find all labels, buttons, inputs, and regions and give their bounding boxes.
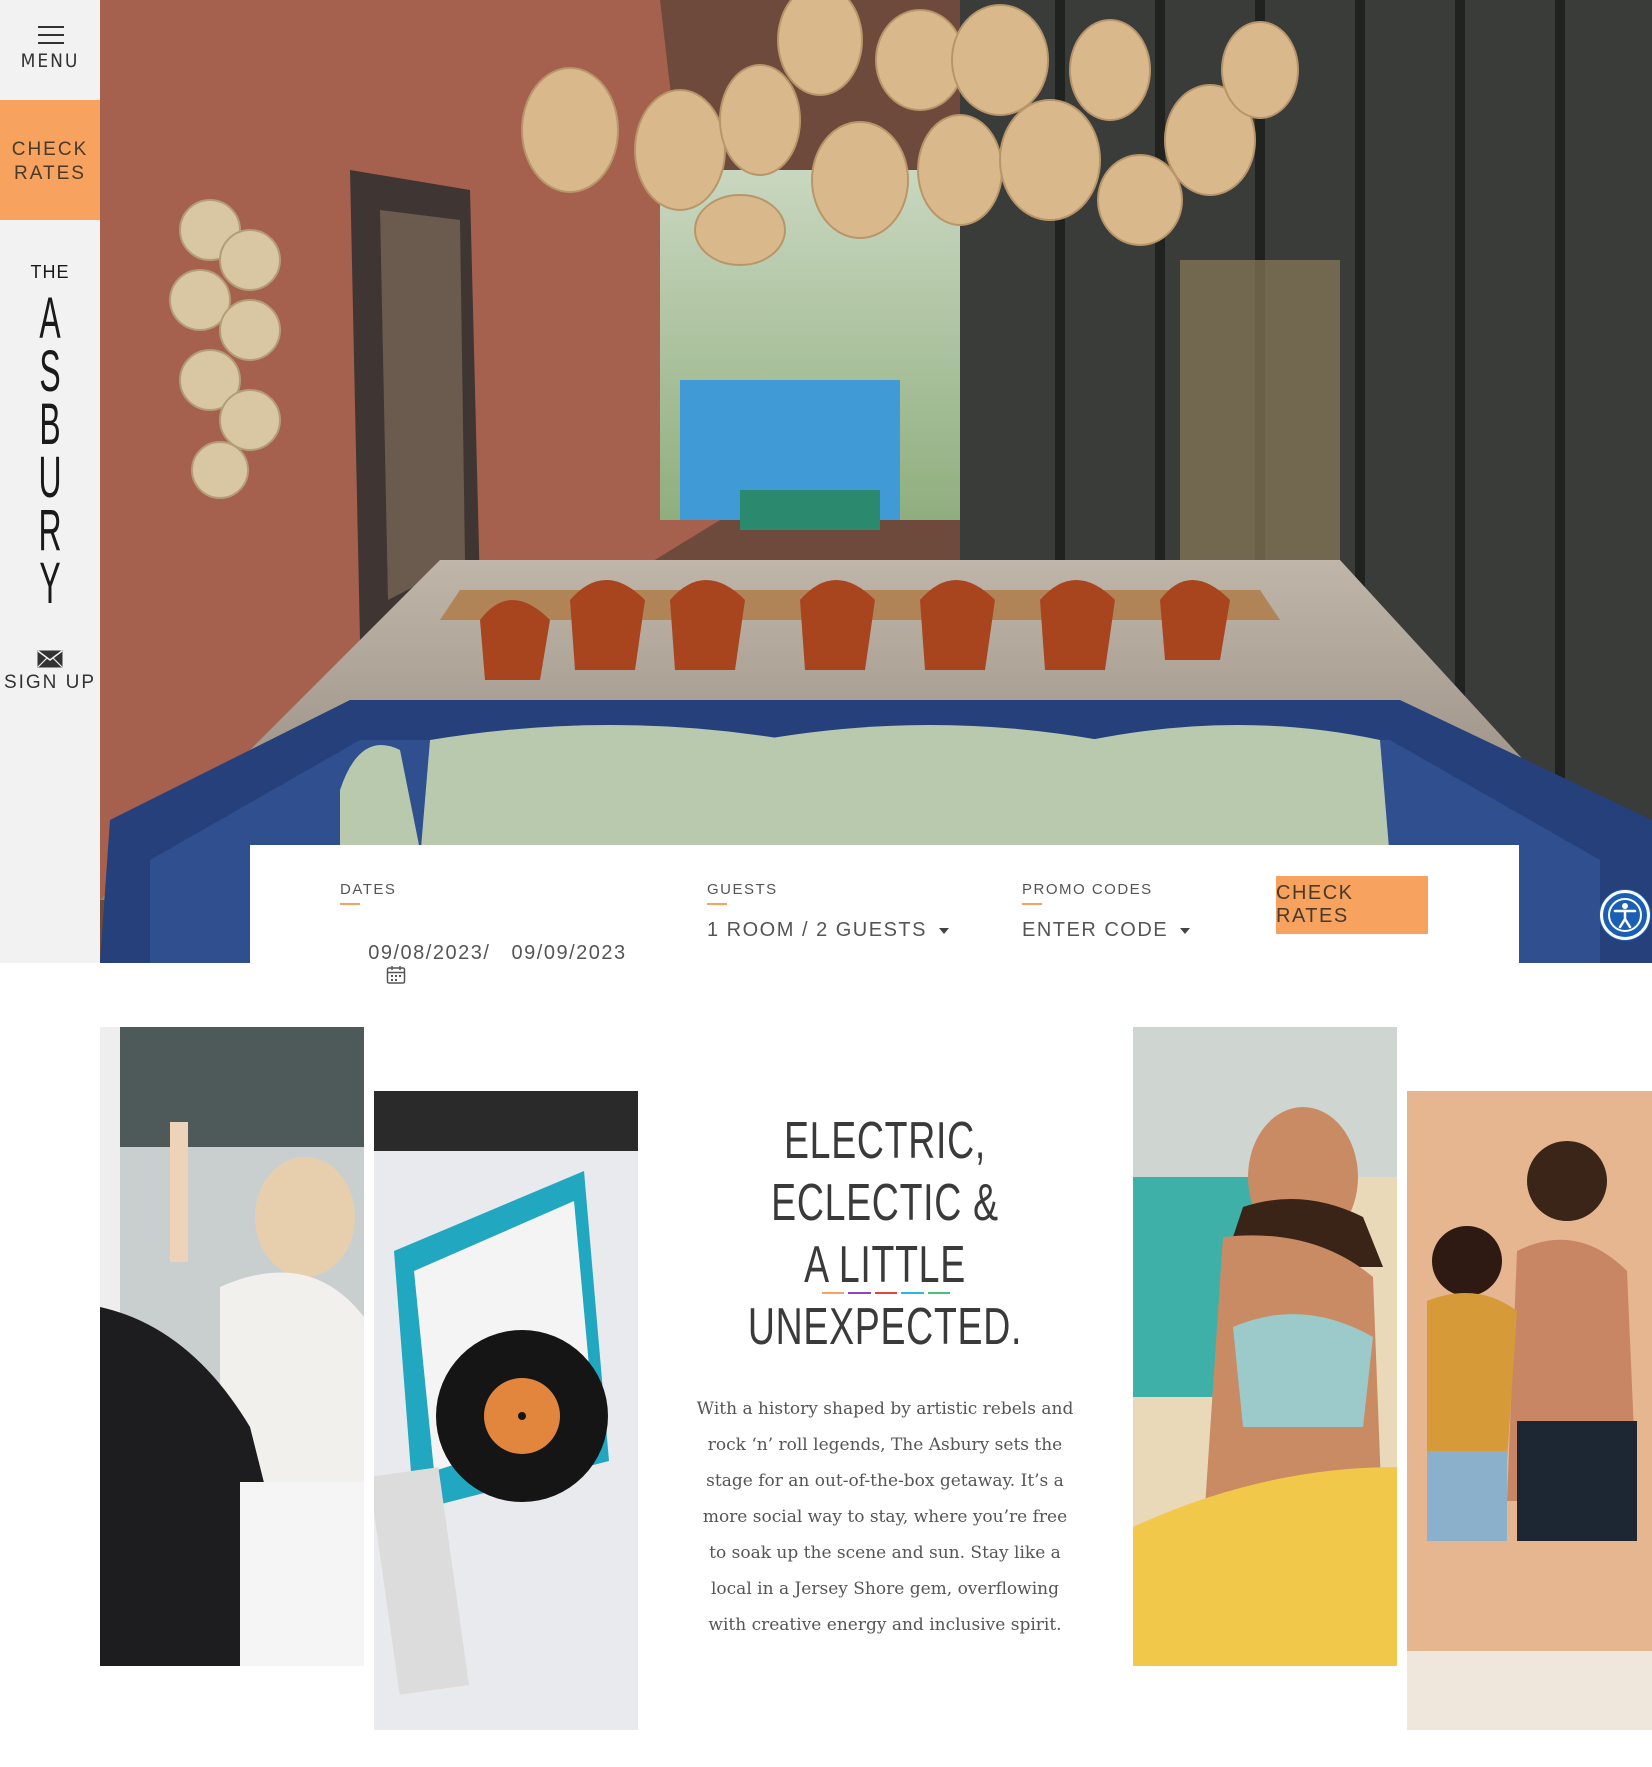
- guests-label: GUESTS: [707, 881, 778, 905]
- caret-down-icon: [1180, 927, 1191, 934]
- divider-segment: [822, 1292, 845, 1294]
- calendar-icon[interactable]: [386, 965, 406, 985]
- divider-segment: [927, 1292, 951, 1294]
- menu-button[interactable]: MENU: [0, 0, 100, 100]
- check-rates-line1: CHECK: [11, 139, 89, 160]
- guests-value: 1 ROOM / 2 GUESTS: [707, 919, 927, 941]
- signup-button[interactable]: SIGN UP: [0, 650, 100, 694]
- check-rates-button[interactable]: CHECK RATES: [1276, 876, 1428, 934]
- sidebar: MENU CHECK RATES THE ASBURY SIGN UP: [0, 0, 100, 963]
- logo-letter: R: [38, 498, 62, 563]
- envelope-icon: [37, 650, 63, 668]
- logo-word: ASBURY: [23, 286, 78, 616]
- logo-letter: S: [39, 339, 61, 404]
- guests-select[interactable]: 1 ROOM / 2 GUESTS: [707, 919, 949, 942]
- caret-down-icon: [938, 927, 949, 934]
- promo-value: ENTER CODE: [1022, 919, 1169, 941]
- divider-segment: [848, 1292, 871, 1294]
- photo-bride: [100, 1027, 364, 1666]
- accessibility-button[interactable]: [1600, 890, 1650, 940]
- intro-headline: ELECTRIC, ECLECTIC & A LITTLE UNEXPECTED…: [660, 1110, 1110, 1358]
- signup-label: SIGN UP: [3, 672, 97, 693]
- headline-line1: ELECTRIC, ECLECTIC &: [771, 1112, 999, 1232]
- check-rates-line2: RATES: [14, 163, 86, 184]
- sidebar-check-rates-button[interactable]: CHECK RATES: [0, 100, 100, 220]
- promo-label: PROMO CODES: [1022, 881, 1153, 905]
- photo-dancing-couple: [1407, 1091, 1652, 1730]
- dates-value: 09/08/2023/ 09/09/2023: [368, 942, 627, 964]
- logo-letter: Y: [39, 551, 61, 616]
- intro-paragraph: With a history shaped by artistic rebels…: [696, 1399, 1074, 1635]
- booking-bar: DATES 09/08/2023/ 09/09/2023 GUESTS 1 RO…: [250, 845, 1519, 984]
- accessibility-icon: [1608, 898, 1642, 932]
- menu-label: MENU: [20, 50, 80, 72]
- logo-the: THE: [30, 262, 70, 282]
- logo-letter: B: [39, 392, 61, 457]
- headline-line2: A LITTLE UNEXPECTED.: [747, 1236, 1023, 1356]
- hero-image: [100, 0, 1652, 963]
- hamburger-icon: [38, 26, 64, 44]
- photo-record-player: [374, 1091, 638, 1730]
- color-divider: [822, 1292, 951, 1294]
- logo-letter: A: [39, 286, 61, 351]
- divider-segment: [874, 1292, 898, 1294]
- promo-select[interactable]: ENTER CODE: [1022, 919, 1191, 942]
- dates-field[interactable]: 09/08/2023/ 09/09/2023: [340, 919, 627, 1011]
- divider-segment: [901, 1292, 924, 1294]
- logo-letter: U: [38, 445, 62, 510]
- photo-beach-woman: [1133, 1027, 1397, 1666]
- dates-label: DATES: [340, 881, 396, 905]
- hero-illustration: [100, 0, 1652, 963]
